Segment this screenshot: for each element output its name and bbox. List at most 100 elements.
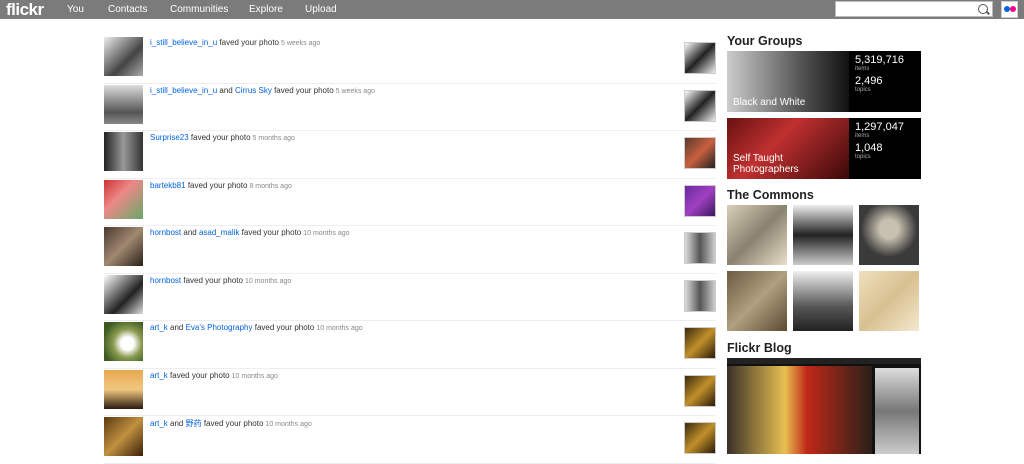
- flickr-blog-preview[interactable]: [727, 358, 921, 454]
- top-nav-bar: flickr You Contacts Communities Explore …: [0, 0, 1024, 19]
- activity-action: faved your photo: [203, 419, 264, 428]
- group-topics-label: topics: [855, 87, 871, 93]
- activity-action: faved your photo: [254, 323, 315, 332]
- your-groups-title: Your Groups: [727, 34, 803, 48]
- group-stats: 1,297,047 items 1,048 topics: [855, 122, 904, 164]
- nav-communities[interactable]: Communities: [170, 4, 228, 15]
- user-avatar[interactable]: [684, 184, 716, 217]
- user-link[interactable]: i_still_believe_in_u: [150, 38, 217, 47]
- activity-time: 8 months ago: [249, 182, 292, 190]
- photo-thumbnail[interactable]: [104, 132, 143, 171]
- activity-action: faved your photo: [170, 370, 230, 380]
- activity-action: faved your photo: [219, 38, 279, 47]
- activity-text: hornbost faved your photo 10 months ago: [150, 276, 291, 285]
- group-stats: 5,319,716 items 2,496 topics: [855, 55, 904, 97]
- activity-text: art_k and Eva's Photography faved your p…: [150, 323, 363, 332]
- activity-row: hornbost and asad_malik faved your photo…: [104, 226, 716, 274]
- activity-action: faved your photo: [241, 228, 302, 237]
- user-link[interactable]: 野药: [186, 419, 202, 428]
- activity-row: bartekb81 faved your photo 8 months ago: [104, 179, 716, 226]
- activity-time: 10 months ago: [231, 372, 278, 380]
- group-name[interactable]: Self Taught Photographers: [733, 153, 843, 175]
- group-topics-count: 1,048: [855, 142, 883, 154]
- photo-thumbnail[interactable]: [104, 37, 143, 76]
- user-avatar[interactable]: [684, 279, 716, 312]
- search-icon[interactable]: [978, 4, 988, 14]
- photo-thumbnail[interactable]: [104, 274, 143, 314]
- activity-action: faved your photo: [274, 85, 334, 95]
- user-avatar[interactable]: [684, 327, 716, 359]
- activity-text: i_still_believe_in_u faved your photo 5 w…: [150, 38, 320, 47]
- user-avatar[interactable]: [684, 374, 716, 407]
- activity-row: i_still_believe_in_u faved your photo 5 w…: [104, 36, 716, 84]
- commons-photo[interactable]: [859, 271, 919, 331]
- user-link[interactable]: hornbost: [150, 276, 181, 285]
- activity-text: art_k faved your photo 10 months ago: [150, 371, 278, 380]
- activity-time: 10 months ago: [316, 325, 363, 332]
- activity-time: 10 months ago: [244, 277, 292, 285]
- user-link[interactable]: i_still_believe_in_u: [150, 86, 217, 95]
- user-avatar[interactable]: [684, 137, 716, 169]
- group-name[interactable]: Black and White: [733, 97, 843, 108]
- activity-text: art_k and 野药 faved your photo 10 months a…: [150, 419, 312, 428]
- activity-time: 5 weeks ago: [281, 40, 321, 47]
- user-link[interactable]: Eva's Photography: [186, 323, 253, 332]
- the-commons-title: The Commons: [727, 188, 814, 202]
- activity-text: bartekb81 faved your photo 8 months ago: [150, 181, 292, 190]
- sidebar: Your Groups Black and White 5,319,716 it…: [727, 34, 921, 454]
- activity-time: 10 months ago: [303, 230, 350, 237]
- commons-photo[interactable]: [727, 271, 787, 331]
- flickr-logo[interactable]: flickr: [6, 0, 44, 20]
- activity-row: art_k and Eva's Photography faved your p…: [104, 321, 716, 369]
- nav-explore[interactable]: Explore: [249, 4, 283, 15]
- user-link[interactable]: art_k: [150, 371, 168, 380]
- nav-you[interactable]: You: [67, 4, 84, 15]
- activity-row: art_k and 野药 faved your photo 10 months a…: [104, 416, 716, 464]
- search-input[interactable]: [835, 1, 993, 17]
- group-items-label: items: [855, 66, 870, 72]
- activity-row: hornbost faved your photo 10 months ago: [104, 274, 716, 321]
- activity-action: faved your photo: [190, 133, 251, 142]
- user-link[interactable]: asad_malik: [199, 228, 239, 237]
- commons-photo[interactable]: [727, 205, 787, 265]
- commons-photo[interactable]: [859, 205, 919, 265]
- commons-photo[interactable]: [793, 271, 853, 331]
- user-link[interactable]: Surprise23: [150, 133, 189, 142]
- activity-row: Surprise23 faved your photo 5 months ago: [104, 131, 716, 179]
- group-topics-label: topics: [855, 154, 871, 160]
- activity-row: i_still_believe_in_u and Cirrus Sky fave…: [104, 84, 716, 131]
- user-avatar[interactable]: [684, 89, 716, 122]
- activity-action: faved your photo: [183, 275, 243, 285]
- photo-thumbnail[interactable]: [104, 84, 143, 124]
- activity-time: 5 weeks ago: [335, 87, 375, 95]
- nav-contacts[interactable]: Contacts: [108, 4, 147, 15]
- user-avatar[interactable]: [684, 42, 716, 74]
- nav-upload[interactable]: Upload: [305, 4, 337, 15]
- group-card[interactable]: Black and White 5,319,716 items 2,496 to…: [727, 51, 921, 112]
- photo-thumbnail[interactable]: [104, 322, 143, 361]
- buddy-icon[interactable]: [1001, 1, 1018, 18]
- user-link[interactable]: hornbost: [150, 228, 181, 237]
- activity-feed: i_still_believe_in_u faved your photo 5 w…: [104, 36, 716, 464]
- photo-thumbnail[interactable]: [104, 179, 143, 219]
- photo-thumbnail[interactable]: [104, 417, 143, 456]
- activity-text: hornbost and asad_malik faved your photo…: [150, 228, 350, 237]
- user-link[interactable]: bartekb81: [150, 181, 186, 190]
- photo-thumbnail[interactable]: [104, 369, 143, 409]
- activity-row: art_k faved your photo 10 months ago: [104, 369, 716, 416]
- commons-grid: [727, 205, 921, 331]
- group-card[interactable]: Self Taught Photographers 1,297,047 item…: [727, 118, 921, 179]
- user-avatar[interactable]: [684, 232, 716, 264]
- activity-action: faved your photo: [187, 180, 248, 190]
- group-items-count: 1,297,047: [855, 121, 904, 133]
- user-link[interactable]: Cirrus Sky: [235, 86, 272, 95]
- group-topics-count: 2,496: [855, 75, 883, 87]
- user-avatar[interactable]: [684, 422, 716, 454]
- photo-thumbnail[interactable]: [104, 227, 143, 266]
- activity-time: 10 months ago: [265, 421, 312, 428]
- user-link[interactable]: art_k: [150, 419, 168, 428]
- group-items-label: items: [855, 133, 870, 139]
- commons-photo[interactable]: [793, 205, 853, 265]
- flickr-blog-title: Flickr Blog: [727, 341, 792, 355]
- user-link[interactable]: art_k: [150, 323, 168, 332]
